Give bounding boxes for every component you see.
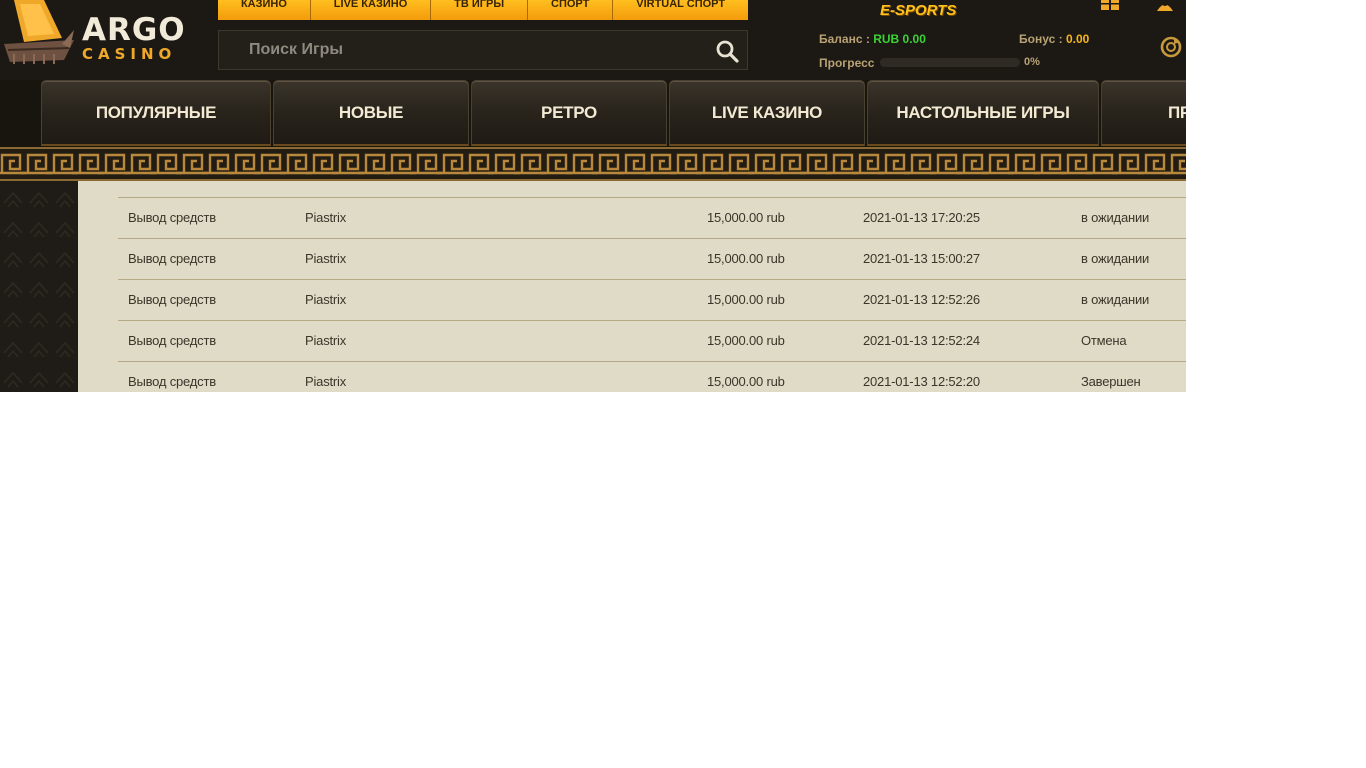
cell-status: в ожидании	[1081, 292, 1150, 307]
category-tab-label: Настольные игры	[896, 102, 1070, 122]
user-icon[interactable]	[1155, 0, 1175, 11]
bonus-label: Бонус :	[1019, 32, 1063, 46]
top-nav-virtual-sport[interactable]: Virtual Спорт	[613, 0, 748, 20]
ornament-pattern	[0, 181, 78, 392]
gift-icon[interactable]	[1100, 0, 1120, 11]
bonus: Бонус : 0.00	[1019, 32, 1089, 46]
search-input[interactable]	[219, 31, 699, 69]
category-tab-label: Новые	[338, 102, 404, 122]
balance: Баланс : RUB 0.00	[819, 32, 926, 46]
esports-label: E-SPORTS	[880, 2, 957, 19]
table-row: Вывод средств Piastrix 15,000.00 rub 202…	[118, 198, 1186, 239]
table-row: Вывод средств Piastrix 15,000.00 rub 202…	[118, 362, 1186, 392]
side-pattern	[0, 181, 78, 392]
cell-amount: 15,000.00 rub	[707, 251, 785, 266]
cell-type: Вывод средств	[128, 374, 216, 389]
category-tab-live-casino[interactable]: Live казино	[669, 80, 865, 146]
table-row: Вывод средств Piastrix 15,000.00 rub 202…	[118, 280, 1186, 321]
top-nav-sport[interactable]: Спорт	[528, 0, 614, 20]
refresh-icon[interactable]	[1160, 36, 1182, 58]
search-box	[218, 30, 748, 70]
esports-link[interactable]: E-SPORTS	[868, 0, 968, 20]
cell-status: в ожидании	[1081, 251, 1150, 266]
table-header	[118, 181, 1186, 198]
cell-type: Вывод средств	[128, 292, 216, 307]
category-tab-label: Популярные	[95, 102, 217, 122]
cell-type: Вывод средств	[128, 333, 216, 348]
progress-value: 0%	[1024, 56, 1040, 68]
top-nav: Казино Live Казино ТВ Игры Спорт Virtual…	[218, 0, 748, 20]
page: ARGO CASINO Казино Live Казино ТВ Игры С…	[0, 0, 1186, 392]
category-tab-retro[interactable]: Ретро	[471, 80, 667, 146]
category-tab-more[interactable]: Пр	[1101, 80, 1186, 146]
category-tab-popular[interactable]: Популярные	[41, 80, 271, 146]
cell-date: 2021-01-13 12:52:20	[863, 374, 980, 389]
cell-method: Piastrix	[305, 374, 347, 389]
table-row: Вывод средств Piastrix 15,000.00 rub 202…	[118, 321, 1186, 362]
transactions-table: Вывод средств Piastrix 15,000.00 rub 202…	[78, 181, 1186, 392]
cell-method: Piastrix	[305, 292, 347, 307]
cell-type: Вывод средств	[128, 251, 216, 266]
logo-subtitle: CASINO	[82, 45, 177, 63]
cell-method: Piastrix	[305, 210, 347, 225]
logo-wordmark: ARGO	[82, 12, 186, 48]
cell-amount: 15,000.00 rub	[707, 333, 785, 348]
cell-amount: 15,000.00 rub	[707, 292, 785, 307]
top-nav-live-casino[interactable]: Live Казино	[311, 0, 432, 20]
cell-status: в ожидании	[1081, 210, 1150, 225]
cell-method: Piastrix	[305, 333, 347, 348]
cell-amount: 15,000.00 rub	[707, 374, 785, 389]
table-row: Вывод средств Piastrix 15,000.00 rub 202…	[118, 239, 1186, 280]
progress-bar	[880, 58, 1020, 67]
greek-key-pattern	[0, 149, 1186, 179]
progress-label: Прогресс	[819, 56, 875, 70]
cell-amount: 15,000.00 rub	[707, 210, 785, 225]
header: ARGO CASINO Казино Live Казино ТВ Игры С…	[0, 0, 1186, 80]
category-tab-label: Ретро	[541, 102, 597, 122]
bonus-value: 0.00	[1065, 32, 1090, 46]
ship-logo-icon	[4, 0, 74, 64]
cell-status: Завершен	[1081, 374, 1141, 389]
cell-method: Piastrix	[305, 251, 347, 266]
balance-label: Баланс :	[819, 32, 870, 46]
cell-date: 2021-01-13 17:20:25	[863, 210, 980, 225]
cell-type: Вывод средств	[128, 210, 216, 225]
category-tab-table-games[interactable]: Настольные игры	[867, 80, 1099, 146]
cell-status: Отмена	[1081, 333, 1127, 348]
balance-value: RUB 0.00	[873, 32, 926, 46]
logo[interactable]: ARGO CASINO	[0, 0, 200, 70]
greek-key-border	[0, 147, 1186, 181]
top-nav-tv-games[interactable]: ТВ Игры	[431, 0, 529, 20]
category-nav: Популярные Новые Ретро Live казино Насто…	[0, 80, 1186, 147]
cell-date: 2021-01-13 12:52:24	[863, 333, 980, 348]
category-tab-label: Пр	[1168, 102, 1186, 122]
category-tab-new[interactable]: Новые	[273, 80, 469, 146]
cell-date: 2021-01-13 12:52:26	[863, 292, 980, 307]
cell-date: 2021-01-13 15:00:27	[863, 251, 980, 266]
top-nav-casino[interactable]: Казино	[218, 0, 311, 20]
search-icon[interactable]	[715, 39, 739, 63]
category-tab-label: Live казино	[711, 102, 823, 122]
